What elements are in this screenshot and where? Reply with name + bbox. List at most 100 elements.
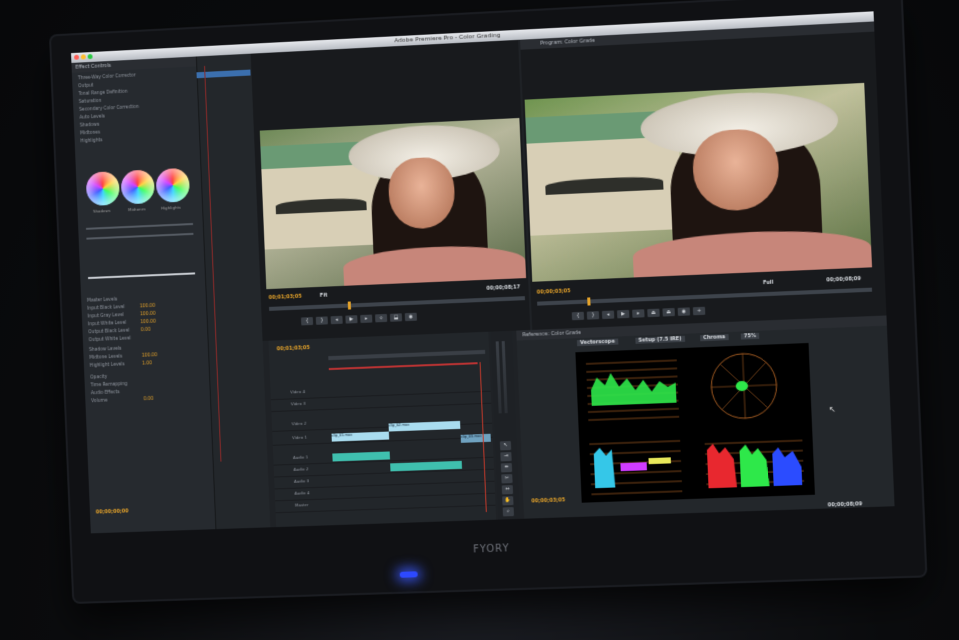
program-export-frame-button[interactable]: ◉ <box>678 307 690 316</box>
effect-value[interactable]: 1.00 <box>142 361 152 366</box>
effect-row[interactable]: Output Black Level <box>88 329 129 336</box>
minimize-window-icon[interactable] <box>81 54 86 59</box>
track-label[interactable]: Video 1 <box>292 435 307 441</box>
track-select-tool-icon[interactable]: ⇥ <box>500 452 511 461</box>
tab-program[interactable]: Program: Color Grade <box>540 38 595 47</box>
mouse-cursor-icon: ↖ <box>829 405 836 414</box>
play-button[interactable]: ▶ <box>345 315 357 323</box>
slip-tool-icon[interactable]: ↔ <box>502 485 513 494</box>
balance-slider[interactable] <box>86 233 193 240</box>
overwrite-button[interactable]: ⬓ <box>390 313 402 321</box>
program-play-button[interactable]: ▶ <box>617 310 629 319</box>
effect-row[interactable]: Saturation <box>79 99 102 105</box>
track-label[interactable]: Video 3 <box>291 401 306 407</box>
effect-row[interactable]: Midtone Levels <box>89 355 122 361</box>
effect-row[interactable]: Secondary Color Correction <box>79 105 139 113</box>
midtones-color-wheel[interactable] <box>121 169 155 204</box>
program-zoom-dropdown[interactable]: Full <box>763 280 774 286</box>
track-label[interactable]: Master <box>295 502 309 507</box>
audio-meter-right <box>502 341 508 413</box>
effect-row[interactable]: Volume <box>91 399 107 405</box>
saturation-slider[interactable] <box>86 223 193 230</box>
effect-row[interactable]: Auto Levels <box>79 115 105 121</box>
timeline-work-area-bar[interactable] <box>329 362 478 370</box>
effect-row[interactable]: Audio Effects <box>91 390 120 396</box>
program-scrubber[interactable] <box>537 288 872 306</box>
tonal-range-slider[interactable] <box>88 272 195 279</box>
wheel-label-highlights: Highlights <box>161 205 181 211</box>
effect-row[interactable]: Three-Way Color Corrector <box>78 73 136 81</box>
effect-row[interactable]: Opacity <box>90 375 107 381</box>
reference-timecode-in[interactable]: 00;00;03;05 <box>531 497 565 504</box>
effect-row[interactable]: Output White Level <box>89 336 131 343</box>
program-step-back-button[interactable]: ◂ <box>602 311 614 320</box>
source-timecode-in[interactable]: 00;01;03;05 <box>269 294 303 301</box>
add-button-icon[interactable]: + <box>693 307 706 316</box>
effect-value[interactable]: 100.00 <box>140 312 156 318</box>
mark-in-button[interactable]: { <box>301 317 313 325</box>
step-back-button[interactable]: ◂ <box>331 316 343 324</box>
effect-row[interactable]: Output <box>78 84 93 90</box>
razor-tool-icon[interactable]: ✂ <box>501 474 512 483</box>
effect-row[interactable]: Shadows <box>80 123 100 129</box>
program-mark-out-button[interactable]: } <box>587 311 599 320</box>
effect-controls-timecode[interactable]: 00;00;00;00 <box>96 508 129 515</box>
source-scrubber[interactable] <box>269 296 525 311</box>
tab-reference[interactable]: Reference: Color Grade <box>522 330 581 338</box>
export-frame-button[interactable]: ◉ <box>405 313 417 321</box>
effect-row[interactable]: Highlight Levels <box>90 362 125 368</box>
effect-value[interactable]: 100.00 <box>142 353 158 359</box>
effect-value[interactable]: 0.00 <box>141 328 151 333</box>
effect-row[interactable]: Highlights <box>80 138 102 144</box>
effect-row[interactable]: Shadow Levels <box>89 347 122 353</box>
track-label[interactable]: Video 4 <box>290 389 305 395</box>
track-label[interactable]: Video 2 <box>291 421 306 427</box>
program-timecode-in[interactable]: 00;00;03;05 <box>537 288 571 295</box>
mark-out-button[interactable]: } <box>316 316 328 324</box>
highlights-color-wheel[interactable] <box>156 168 191 203</box>
setup-dropdown[interactable]: Setup (7.5 IRE) <box>635 336 684 344</box>
tab-effect-controls[interactable]: Effect Controls <box>75 63 111 71</box>
hand-tool-icon[interactable]: ✋ <box>502 496 513 505</box>
extract-button[interactable]: ⏏ <box>662 308 674 317</box>
scope-type-dropdown[interactable]: Vectorscope <box>577 339 618 347</box>
source-timecode-out: 00;00;08;17 <box>486 284 520 291</box>
source-zoom-dropdown[interactable]: Fit <box>320 293 328 299</box>
effect-row[interactable]: Input Black Level <box>87 305 125 312</box>
effect-value[interactable]: 0.00 <box>144 397 154 402</box>
timeline-ruler[interactable] <box>328 350 485 360</box>
source-playhead[interactable] <box>348 301 351 309</box>
effect-row[interactable]: Master Levels <box>87 298 117 304</box>
effect-value[interactable]: 100.00 <box>140 304 156 310</box>
insert-button[interactable]: ⎀ <box>375 314 387 322</box>
track-label[interactable]: Audio 2 <box>293 466 308 472</box>
effect-row[interactable]: Input Gray Level <box>88 313 124 319</box>
chroma-dropdown[interactable]: Chroma <box>700 334 728 341</box>
source-transport-controls: { } ◂ ▶ ▸ ⎀ ⬓ ◉ <box>301 313 417 328</box>
program-playhead[interactable] <box>587 297 590 305</box>
selection-tool-icon[interactable]: ↖ <box>500 441 511 450</box>
effect-value[interactable]: 100.00 <box>140 320 156 326</box>
zoom-tool-icon[interactable]: ⌕ <box>503 507 514 516</box>
timeline-clip[interactable]: clip_03.mov <box>461 434 491 443</box>
lift-button[interactable]: ⏏ <box>647 309 659 318</box>
track-label[interactable]: Audio 1 <box>293 454 308 460</box>
timeline-timecode[interactable]: 00;01;03;05 <box>277 345 311 352</box>
track-label[interactable]: Audio 3 <box>294 478 309 483</box>
program-mark-in-button[interactable]: { <box>572 312 584 321</box>
effect-row[interactable]: Midtones <box>80 131 100 137</box>
zoom-window-icon[interactable] <box>88 54 93 59</box>
close-window-icon[interactable] <box>74 55 79 60</box>
program-step-forward-button[interactable]: ▸ <box>632 309 644 318</box>
shadows-color-wheel[interactable] <box>86 171 120 206</box>
monitor-brand-logo: FYORY <box>72 530 923 569</box>
effect-row[interactable]: Time Remapping <box>90 382 127 388</box>
effect-row[interactable]: Input White Level <box>88 321 127 328</box>
power-led-icon[interactable] <box>400 571 418 578</box>
reference-timecode-out: 00;00;08;09 <box>828 501 863 508</box>
ripple-edit-tool-icon[interactable]: ⇹ <box>501 463 512 472</box>
step-forward-button[interactable]: ▸ <box>360 315 372 323</box>
effect-row[interactable]: Tonal Range Definition <box>78 90 127 97</box>
percent-dropdown[interactable]: 75% <box>741 333 760 340</box>
track-label[interactable]: Audio 4 <box>294 490 309 495</box>
